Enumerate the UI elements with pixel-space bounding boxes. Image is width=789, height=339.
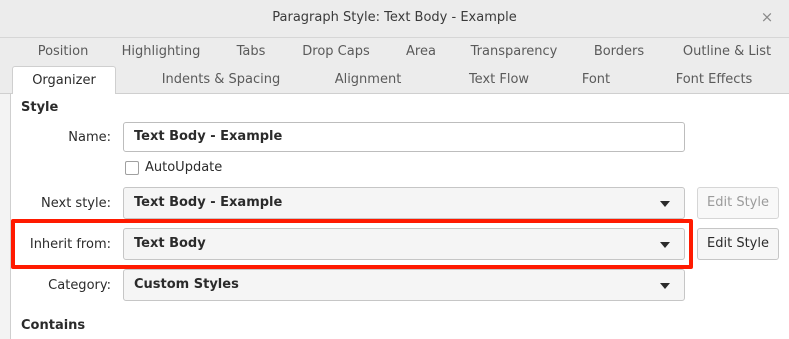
tab-indents-spacing[interactable]: Indents & Spacing — [150, 66, 292, 94]
paragraph-style-dialog: Paragraph Style: Text Body - Example × P… — [0, 0, 789, 339]
chevron-down-icon — [660, 201, 670, 207]
tab-row-1: Position Highlighting Tabs Drop Caps Are… — [0, 38, 789, 66]
tab-outline-list[interactable]: Outline & List — [672, 38, 782, 66]
name-label: Name: — [68, 130, 111, 145]
category-value: Custom Styles — [134, 277, 239, 292]
dialog-title: Paragraph Style: Text Body - Example — [272, 10, 517, 25]
tab-area[interactable]: Area — [396, 38, 446, 66]
tab-organizer[interactable]: Organizer — [12, 66, 116, 95]
name-input[interactable]: Text Body - Example — [123, 122, 685, 152]
tab-position[interactable]: Position — [18, 38, 108, 66]
style-heading: Style — [21, 100, 59, 115]
next-style-dropdown[interactable]: Text Body - Example — [123, 187, 685, 219]
next-style-value: Text Body - Example — [134, 195, 283, 210]
organizer-panel: Style Name: Text Body - Example AutoUpda… — [10, 94, 789, 339]
inherit-from-label: Inherit from: — [29, 237, 111, 252]
tab-font[interactable]: Font — [566, 66, 626, 94]
chevron-down-icon — [660, 283, 670, 289]
tab-highlighting[interactable]: Highlighting — [112, 38, 210, 66]
tab-tabs[interactable]: Tabs — [222, 38, 280, 66]
title-bar: Paragraph Style: Text Body - Example × — [0, 0, 789, 38]
tab-font-effects[interactable]: Font Effects — [660, 66, 768, 94]
chevron-down-icon — [660, 242, 670, 248]
inherit-from-value: Text Body — [134, 236, 206, 251]
tab-alignment[interactable]: Alignment — [320, 66, 416, 94]
autoupdate-checkbox[interactable] — [125, 161, 139, 175]
tab-row-2: Organizer Indents & Spacing Alignment Te… — [0, 66, 789, 95]
next-style-edit-button[interactable]: Edit Style — [697, 187, 779, 219]
tab-borders[interactable]: Borders — [582, 38, 656, 66]
category-label: Category: — [48, 278, 111, 293]
next-style-label: Next style: — [41, 196, 111, 211]
tab-drop-caps[interactable]: Drop Caps — [294, 38, 378, 66]
autoupdate-label: AutoUpdate — [145, 160, 223, 175]
tab-transparency[interactable]: Transparency — [462, 38, 566, 66]
inherit-edit-button[interactable]: Edit Style — [697, 228, 779, 260]
contains-heading: Contains — [21, 318, 86, 333]
tab-text-flow[interactable]: Text Flow — [452, 66, 546, 94]
inherit-from-dropdown[interactable]: Text Body — [123, 228, 685, 260]
close-icon[interactable]: × — [759, 8, 775, 26]
category-dropdown[interactable]: Custom Styles — [123, 269, 685, 301]
